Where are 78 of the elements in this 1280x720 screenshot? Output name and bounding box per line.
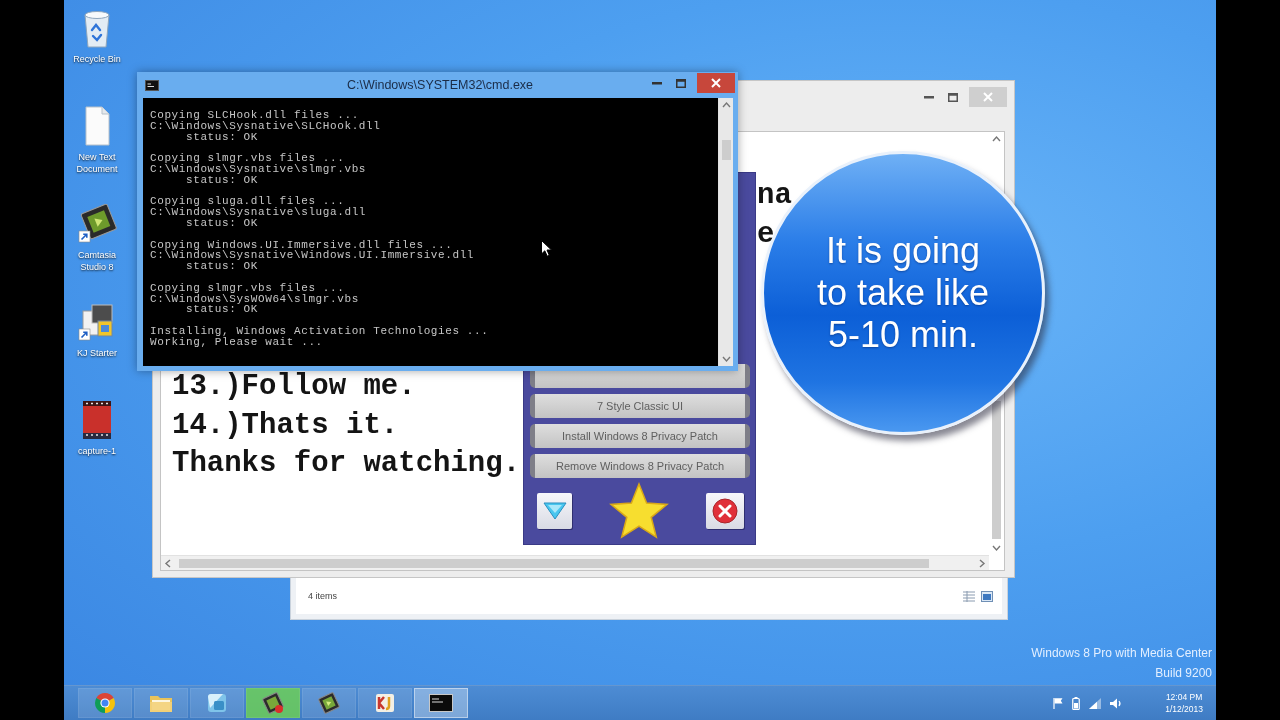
- close-button[interactable]: [706, 493, 744, 529]
- console-icon: [145, 79, 159, 91]
- close-button[interactable]: [697, 73, 735, 93]
- scroll-right-icon[interactable]: [977, 558, 986, 568]
- scroll-down-icon[interactable]: [721, 354, 731, 363]
- scroll-thumb[interactable]: [721, 140, 731, 160]
- folder-icon: [149, 693, 173, 713]
- desktop-icon-label[interactable]: capture-1: [66, 445, 128, 457]
- text-line: 14.)Thats it.: [172, 410, 399, 441]
- scroll-up-icon[interactable]: [992, 135, 1001, 144]
- console-line: Copying SLCHook.dll files ...: [150, 110, 359, 121]
- window-title: C:\Windows\SYSTEM32\cmd.exe: [346, 78, 534, 92]
- minimize-icon: [924, 95, 934, 99]
- scroll-thumb[interactable]: [992, 401, 1001, 539]
- taskbar-button[interactable]: [246, 688, 300, 718]
- taskbar-button[interactable]: [414, 688, 468, 718]
- callout-text: It is going to take like 5-10 min.: [815, 230, 991, 356]
- tool-button[interactable]: 7 Style Classic UI: [530, 394, 750, 418]
- item-count-text: 4 items: [308, 591, 337, 601]
- scroll-left-icon[interactable]: [164, 558, 173, 568]
- console-line: C:\Windows\Sysnative\sluga.dll: [150, 207, 367, 218]
- console-line: status: OK: [186, 304, 258, 316]
- console-line: status: OK: [186, 217, 258, 229]
- console-line: Copying slmgr.vbs files ...: [150, 153, 345, 164]
- rounded-square-icon: [206, 692, 228, 714]
- console-line: C:\Windows\Sysnative\slmgr.vbs: [150, 164, 367, 175]
- console-line: Copying Windows.UI.Immersive.dll files ...: [150, 239, 453, 251]
- console-line: status: OK: [185, 261, 258, 272]
- close-icon: [983, 92, 993, 102]
- text-fragment: e: [757, 219, 775, 250]
- build-text: Build 9200: [1155, 666, 1212, 680]
- taskbar-button[interactable]: [302, 688, 356, 718]
- details-view-icon[interactable]: [963, 590, 975, 602]
- play-tile-icon: [318, 692, 340, 714]
- down-button[interactable]: [537, 493, 572, 529]
- console-line: C:\Windows\SysWOW64\slmgr.vbs: [150, 293, 359, 305]
- clock-time: 12:04 PM: [1165, 692, 1203, 702]
- large-icons-view-icon[interactable]: [981, 590, 993, 602]
- close-icon: [712, 498, 738, 524]
- triangle-down-icon: [542, 502, 567, 520]
- app-icon: [374, 692, 396, 714]
- scroll-up-icon[interactable]: [721, 101, 731, 110]
- signal-icon[interactable]: [1089, 697, 1102, 709]
- text-line: Thanks for watching.: [172, 449, 521, 479]
- scroll-thumb[interactable]: [179, 558, 929, 568]
- scroll-down-icon[interactable]: [992, 543, 1001, 552]
- maximize-icon: [948, 92, 958, 102]
- text-line: 13.)Follow me.: [172, 372, 416, 402]
- speaker-icon[interactable]: [1110, 697, 1123, 709]
- desktop-icon-label[interactable]: KJ Starter: [66, 347, 128, 359]
- minimize-icon: [652, 81, 662, 85]
- battery-icon[interactable]: [1072, 696, 1081, 710]
- edition-text: Windows 8 Pro with Media Center: [1031, 646, 1212, 660]
- desktop-icon-label[interactable]: New Text Document: [66, 151, 128, 175]
- console-line: C:\Windows\Sysnative\Windows.UI.Immersive.dll: [150, 250, 475, 262]
- close-icon: [711, 78, 721, 88]
- console-line: status: OK: [186, 174, 258, 186]
- vertical-scrollbar[interactable]: [718, 98, 733, 366]
- horizontal-scrollbar[interactable]: [161, 555, 989, 570]
- maximize-icon: [676, 78, 686, 88]
- desktop-icon-label[interactable]: Camtasia Studio 8: [66, 249, 128, 273]
- console-line: Copying sluga.dll files ...: [150, 196, 345, 208]
- console-line: Working, Please wait ...: [150, 336, 323, 348]
- browser-icon: [94, 692, 116, 714]
- console-line: status: OK: [186, 131, 258, 143]
- console-line: Installing, Windows Activation Technologies ...: [150, 325, 489, 337]
- tilted-tile-icon: [261, 691, 285, 715]
- clock-date: 1/12/2013: [1165, 704, 1203, 714]
- flag-icon[interactable]: [1053, 697, 1064, 709]
- desktop-icon-label[interactable]: Recycle Bin: [66, 53, 128, 65]
- tool-button[interactable]: Install Windows 8 Privacy Patch: [530, 424, 750, 448]
- console-line: C:\Windows\Sysnative\SLCHook.dll: [150, 120, 381, 132]
- star-icon[interactable]: [609, 482, 669, 540]
- console-line: Copying slmgr.vbs files ...: [150, 282, 345, 294]
- terminal-icon: [429, 694, 453, 712]
- tool-button[interactable]: Remove Windows 8 Privacy Patch: [530, 454, 750, 478]
- text-fragment: na: [757, 181, 792, 211]
- mouse-pointer-icon: [541, 240, 552, 257]
